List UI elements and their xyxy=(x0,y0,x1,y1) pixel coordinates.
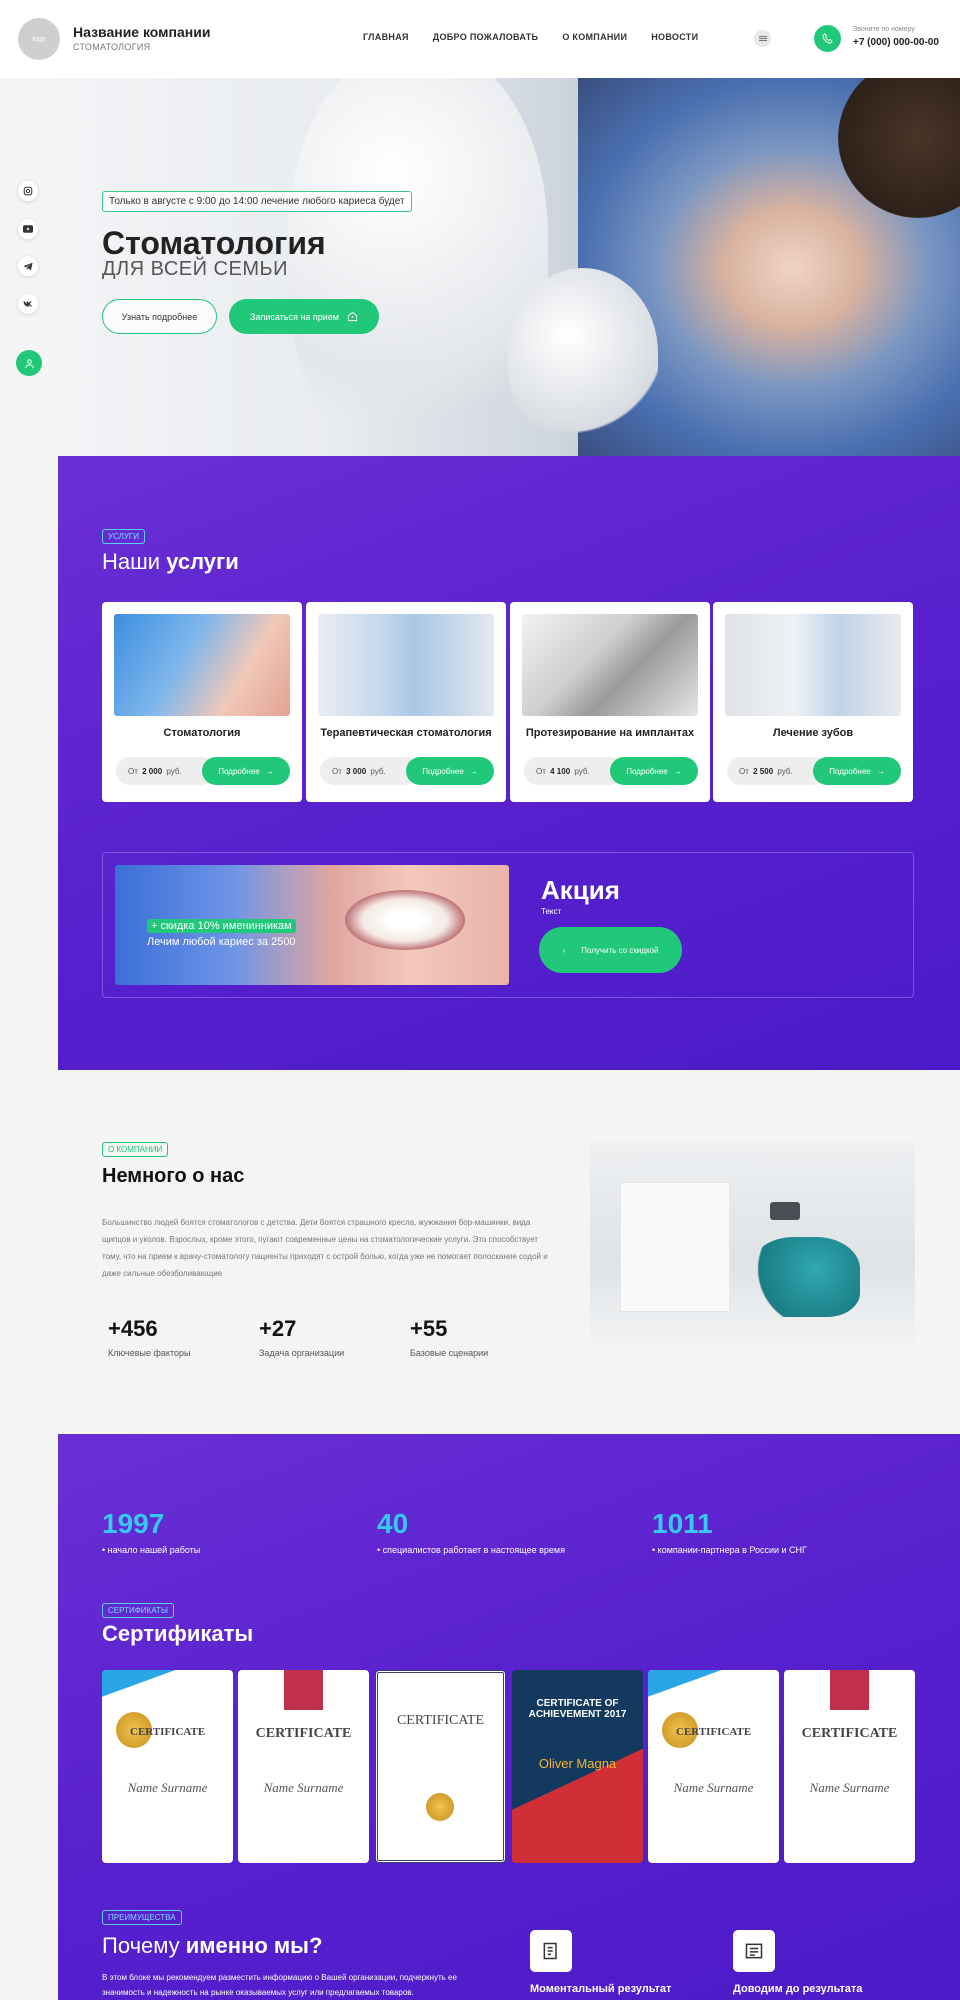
company-name: Название компании xyxy=(73,24,211,40)
hero-title: Стоматология xyxy=(102,225,326,261)
phone-icon[interactable] xyxy=(814,25,841,52)
promo-text: Текст xyxy=(541,907,562,916)
signup-button-label: Записаться на прием xyxy=(250,311,339,322)
service-more-button[interactable]: Подробнее → xyxy=(813,757,901,785)
why-title: Почему именно мы? xyxy=(102,1933,323,1958)
signup-button[interactable]: Записаться на прием xyxy=(229,299,379,334)
instagram-icon[interactable] xyxy=(18,181,38,201)
hero-subtitle: ДЛЯ ВСЕЙ СЕМЬИ xyxy=(102,258,289,280)
certificates-tag: СЕРТИФИКАТЫ xyxy=(102,1603,174,1618)
certificate-card[interactable]: CERTIFICATE Name Surname xyxy=(784,1670,915,1863)
service-name: Стоматология xyxy=(163,727,241,739)
service-name: Терапевтическая стоматология xyxy=(320,727,492,739)
certificate-card[interactable]: CERTIFICATE Name Surname xyxy=(648,1670,779,1863)
service-image xyxy=(725,614,901,716)
big-stat: 1011 • компании-партнера в России и СНГ xyxy=(652,1508,807,1555)
service-name: Лечение зубов xyxy=(772,727,854,739)
stat-item: +55 Базовые сценарии xyxy=(410,1316,489,1358)
certificates-title: Сертификаты xyxy=(102,1621,254,1646)
logo[interactable]: logo xyxy=(18,18,60,60)
promo-title: Акция xyxy=(541,875,620,905)
service-name: Протезирование на имплантах xyxy=(525,727,695,739)
hospital-icon xyxy=(347,311,358,322)
about-tag: О КОМПАНИИ xyxy=(102,1142,169,1157)
seal-icon xyxy=(426,1793,454,1821)
vk-icon[interactable] xyxy=(18,294,38,314)
nav-item-home[interactable]: ГЛАВНАЯ xyxy=(363,32,409,42)
why-item: Моментальный результат xyxy=(530,1983,672,1995)
promo-image: + скидка 10% именинникам Лечим любой кар… xyxy=(115,865,509,985)
telegram-icon[interactable] xyxy=(18,256,38,276)
menu-icon[interactable] xyxy=(754,30,771,47)
service-price: От 3 000 руб. xyxy=(320,757,420,785)
nav-item-about[interactable]: О КОМПАНИИ xyxy=(562,32,627,42)
chevron-right-icon: › xyxy=(562,945,566,955)
user-icon[interactable] xyxy=(16,350,42,376)
youtube-icon[interactable] xyxy=(18,219,38,239)
service-more-button[interactable]: Подробнее → xyxy=(406,757,494,785)
service-card[interactable]: Стоматология От 2 000 руб. Подробнее → xyxy=(102,602,302,802)
nav-item-news[interactable]: НОВОСТИ xyxy=(651,32,698,42)
main-nav: ГЛАВНАЯ ДОБРО ПОЖАЛОВАТЬ О КОМПАНИИ НОВО… xyxy=(363,32,698,42)
service-image xyxy=(318,614,494,716)
big-stat: 1997 • начало нашей работы xyxy=(102,1508,201,1555)
services-title: Наши услуги xyxy=(102,549,239,574)
service-card[interactable]: Лечение зубов От 2 500 руб. Подробнее → xyxy=(713,602,913,802)
promo-button-label: Получить со скидкой xyxy=(581,945,659,955)
stat-item: +456 Ключевые факторы xyxy=(108,1316,191,1358)
hero-notice: Только в августе с 9:00 до 14:00 лечение… xyxy=(102,191,412,212)
services-tag: УСЛУГИ xyxy=(102,529,146,544)
document-icon xyxy=(530,1930,572,1972)
promo-button[interactable]: › Получить со скидкой xyxy=(539,927,682,973)
company-subtitle: СТОМАТОЛОГИЯ xyxy=(73,42,151,52)
about-text: Большинство людей боятся стоматологов с … xyxy=(102,1218,548,1278)
certificate-card[interactable]: CERTIFICATE Name Surname xyxy=(238,1670,369,1863)
service-price: От 2 000 руб. xyxy=(116,757,216,785)
promo-line: Лечим любой кариес за 2500 xyxy=(147,936,296,948)
phone-label: Звоните по номеру xyxy=(853,26,915,33)
header: logo Название компании СТОМАТОЛОГИЯ ГЛАВ… xyxy=(0,0,960,78)
why-tag: ПРЕИМУЩЕСТВА xyxy=(102,1910,182,1925)
service-image xyxy=(114,614,290,716)
about-image xyxy=(590,1142,915,1361)
certificate-card[interactable]: CERTIFICATE OF ACHIEVEMENT 2017 Oliver M… xyxy=(512,1670,643,1863)
phone-number[interactable]: +7 (000) 000-00-00 xyxy=(853,37,939,48)
why-text: В этом блоке мы рекомендуем разместить и… xyxy=(102,1973,457,1997)
certificate-card[interactable]: CERTIFICATE xyxy=(375,1670,506,1863)
certificate-card[interactable]: CERTIFICATE Name Surname xyxy=(102,1670,233,1863)
service-card[interactable]: Протезирование на имплантах От 4 100 руб… xyxy=(510,602,710,802)
promo-badge: + скидка 10% именинникам xyxy=(147,919,296,933)
service-price: От 2 500 руб. xyxy=(727,757,827,785)
service-card[interactable]: Терапевтическая стоматология От 3 000 ру… xyxy=(306,602,506,802)
checklist-icon xyxy=(733,1930,775,1972)
service-more-button[interactable]: Подробнее → xyxy=(610,757,698,785)
service-price: От 4 100 руб. xyxy=(524,757,624,785)
big-stat: 40 • специалистов работает в настоящее вр… xyxy=(377,1508,565,1555)
promo-block: + скидка 10% именинникам Лечим любой кар… xyxy=(102,852,914,998)
stat-item: +27 Задача организации xyxy=(259,1316,345,1358)
service-image xyxy=(522,614,698,716)
why-item: Доводим до результата xyxy=(733,1983,863,1995)
service-more-button[interactable]: Подробнее → xyxy=(202,757,290,785)
nav-item-welcome[interactable]: ДОБРО ПОЖАЛОВАТЬ xyxy=(433,32,539,42)
learn-more-button[interactable]: Узнать подробнее xyxy=(102,299,217,334)
about-title: Немного о нас xyxy=(102,1165,245,1187)
